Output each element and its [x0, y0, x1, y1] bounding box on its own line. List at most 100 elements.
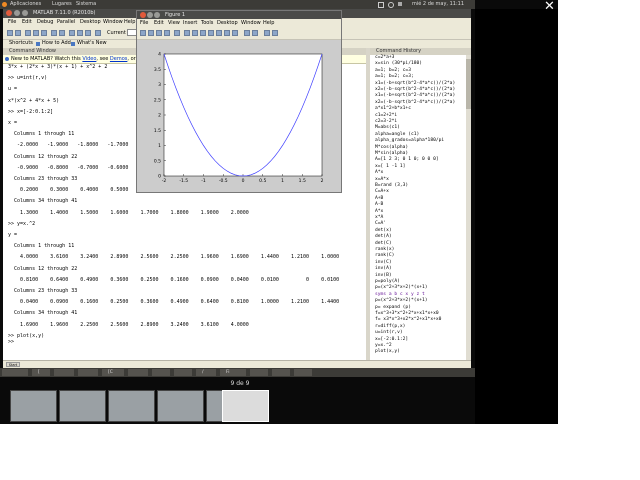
history-item[interactable]: A-B — [375, 202, 383, 207]
history-item[interactable]: alpha=angle (c1) — [375, 132, 419, 137]
simulink-icon[interactable] — [69, 30, 75, 36]
hide-plot-tools-icon[interactable] — [264, 30, 270, 36]
menu-file[interactable]: File — [8, 18, 16, 27]
zoom-out-icon[interactable] — [192, 30, 198, 36]
help-icon[interactable] — [95, 30, 101, 36]
history-item[interactable]: rank(x) — [375, 247, 394, 252]
fig-menu-desktop[interactable]: Desktop — [217, 19, 238, 28]
history-item[interactable]: plot(x,y) — [375, 349, 400, 354]
paste-icon[interactable] — [41, 30, 47, 36]
mail-icon[interactable] — [398, 2, 402, 6]
command-history[interactable]: c=2*a+3 x=sin (30*pi/180) a=1; b=2; c=3 a=1… — [370, 55, 466, 360]
start-button[interactable]: Start — [6, 362, 20, 367]
taskbar-item[interactable] — [2, 369, 28, 376]
maximize-button[interactable] — [22, 10, 28, 16]
fig-new-icon[interactable] — [140, 30, 146, 36]
history-item[interactable]: x2=(-b-sqrt(b^2-4*a*c))/(2*a) — [375, 87, 455, 92]
figure-titlebar[interactable]: Figure 1 — [137, 11, 341, 19]
show-plot-tools-icon[interactable] — [272, 30, 278, 36]
history-item[interactable]: det(A) — [375, 234, 392, 239]
history-item[interactable]: p=poly(A) — [375, 279, 400, 284]
history-item[interactable]: M*sin(alpha) — [375, 151, 408, 156]
undo-icon[interactable] — [51, 30, 57, 36]
minimize-button[interactable] — [14, 10, 20, 16]
history-item[interactable]: c2=3-2*i — [375, 119, 397, 124]
taskbar-item[interactable] — [174, 369, 192, 376]
history-item[interactable]: B=rand (3,3) — [375, 183, 408, 188]
clock[interactable]: mié 2 de may, 11:11 — [412, 0, 464, 9]
history-item[interactable]: x*A — [375, 215, 383, 220]
history-item[interactable]: x=A*x — [375, 177, 389, 182]
close-icon[interactable]: ✕ — [541, 0, 558, 13]
cut-icon[interactable] — [25, 30, 31, 36]
history-item[interactable]: inv(B) — [375, 273, 392, 278]
whats-new-link[interactable]: What's New — [77, 39, 107, 48]
history-item[interactable]: M*cos(alpha) — [375, 145, 408, 150]
taskbar-item[interactable] — [54, 369, 74, 376]
menu-desktop[interactable]: Desktop — [80, 18, 101, 27]
history-item[interactable]: A+B — [375, 196, 383, 201]
history-item[interactable]: u=int(r,v) — [375, 330, 403, 335]
fig-save-icon[interactable] — [156, 30, 162, 36]
taskbar-item[interactable]: / — [196, 369, 216, 376]
menu-edit[interactable]: Edit — [22, 18, 32, 27]
history-item[interactable]: C=A' — [375, 221, 386, 226]
fig-menu-tools[interactable]: Tools — [201, 19, 213, 28]
figure-close-button[interactable] — [140, 12, 146, 18]
history-item[interactable]: f=x^3+3*x^2+2*x+x1*x+x0 — [375, 311, 439, 316]
network-icon[interactable] — [378, 2, 384, 8]
history-item[interactable]: a=1; b=2; c=3; — [375, 74, 414, 79]
workspace-thumbnail[interactable] — [59, 390, 106, 422]
figure-minimize-button[interactable] — [147, 12, 153, 18]
history-item[interactable]: x=[-2:0.1:2] — [375, 337, 408, 342]
menu-places[interactable]: Lugares — [52, 0, 72, 9]
fig-menu-insert[interactable]: Insert — [183, 19, 197, 28]
history-item[interactable]: x=sin (30*pi/180) — [375, 61, 422, 66]
history-item[interactable]: A=[1 2 3; 0 1 0; 0 0 0] — [375, 157, 439, 162]
history-item[interactable]: A*x — [375, 170, 383, 175]
taskbar-item[interactable]: Fi — [220, 369, 246, 376]
fig-menu-window[interactable]: Window — [241, 19, 261, 28]
workspace-thumbnail[interactable] — [157, 390, 204, 422]
menu-parallel[interactable]: Parallel — [57, 18, 75, 27]
profiler-icon[interactable] — [85, 30, 91, 36]
history-item[interactable]: A*x — [375, 209, 383, 214]
taskbar-item[interactable]: [ — [32, 369, 50, 376]
history-item[interactable]: M=abs(c1) — [375, 125, 400, 130]
history-item[interactable]: rank(C) — [375, 253, 394, 258]
history-item[interactable]: x=[ 1 -1 1] — [375, 164, 405, 169]
volume-icon[interactable] — [388, 2, 394, 8]
history-item[interactable]: x2=(-b-sqrt(b^2-4*a*c))/(2*a) — [375, 100, 455, 105]
shortcuts-label[interactable]: Shortcuts — [9, 39, 33, 48]
menu-applications[interactable]: Aplicaciones — [10, 0, 41, 9]
history-item[interactable]: c=2*a+3 — [375, 55, 394, 60]
menu-debug[interactable]: Debug — [37, 18, 53, 27]
redo-icon[interactable] — [59, 30, 65, 36]
copy-icon[interactable] — [33, 30, 39, 36]
history-item[interactable]: f= x3*x^3+x2*x^2+x1*x+x0 — [375, 317, 441, 322]
history-item[interactable]: det(C) — [375, 241, 392, 246]
fig-print-icon[interactable] — [164, 30, 170, 36]
workspace-thumbnail-active[interactable] — [222, 390, 269, 422]
history-item[interactable]: x1=(-b+sqrt(b^2-4*a*c))/(2*a) — [375, 93, 455, 98]
pan-icon[interactable] — [200, 30, 206, 36]
taskbar-item[interactable] — [250, 369, 268, 376]
history-item[interactable]: alpha_grados=alpha*180/pi — [375, 138, 444, 143]
fig-edit-plot-icon[interactable] — [174, 30, 180, 36]
rotate-icon[interactable] — [208, 30, 214, 36]
taskbar-item[interactable] — [78, 369, 98, 376]
history-item[interactable]: syms a b c x y z t — [375, 292, 425, 297]
fig-menu-view[interactable]: View — [168, 19, 180, 28]
plot-svg[interactable]: -2 -1.5 -1 -0.5 0 0.5 1 1.5 2 0 0.5 1 1.5 2 2.5 3 3.5 4 — [137, 40, 341, 192]
open-file-icon[interactable] — [15, 30, 21, 36]
workspace-thumbnail[interactable] — [10, 390, 57, 422]
history-item[interactable]: inv(C) — [375, 260, 392, 265]
menu-window[interactable]: Window — [103, 18, 123, 27]
taskbar-item[interactable] — [128, 369, 148, 376]
fig-open-icon[interactable] — [148, 30, 154, 36]
history-item[interactable]: x1=(-b+sqrt(b^2-4*a*c))/(2*a) — [375, 81, 455, 86]
history-item[interactable]: det(x) — [375, 228, 392, 233]
history-item[interactable]: a=1; b=2; c=3 — [375, 68, 411, 73]
menu-system[interactable]: Sistema — [76, 0, 96, 9]
history-item[interactable]: r=diff(p,x) — [375, 324, 405, 329]
